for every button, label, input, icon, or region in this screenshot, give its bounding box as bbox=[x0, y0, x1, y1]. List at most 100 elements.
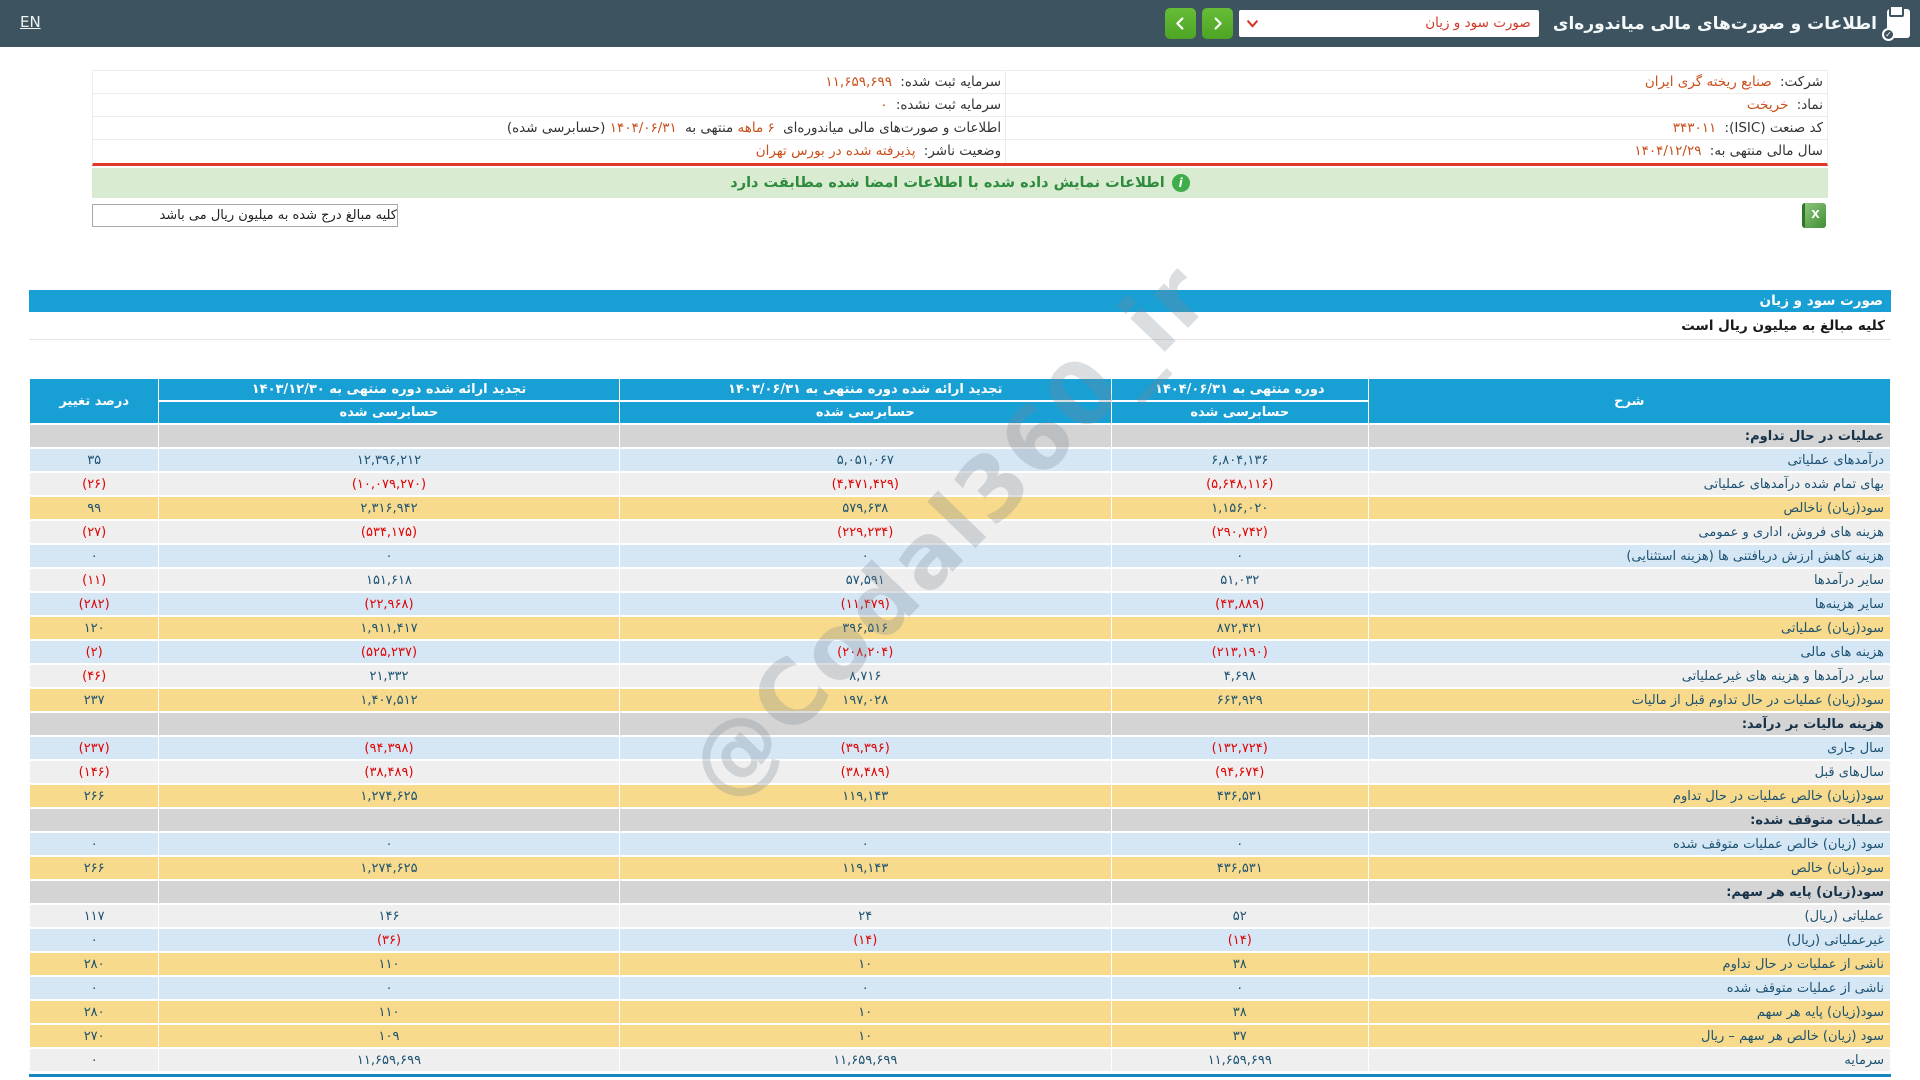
section-row: سود(زیان) پایه هر سهم: bbox=[30, 881, 1890, 903]
table-row: ناشی از عملیات متوقف شده ۰ ۰ ۰ ۰ bbox=[30, 977, 1890, 999]
header-restated-year: تجدید ارائه شده دوره منتهی به ۱۴۰۳/۱۲/۳۰ bbox=[159, 379, 619, 400]
percent-change-cell: ۰ bbox=[30, 929, 159, 951]
symbol-label: نماد: bbox=[1796, 97, 1823, 113]
value-cell: ۱۵۱,۶۱۸ bbox=[159, 569, 619, 591]
page-title: اطلاعات و صورت‌های مالی میاندوره‌ای bbox=[1552, 13, 1877, 34]
row-label: ناشی از عملیات در حال تداوم bbox=[1368, 953, 1890, 975]
isic-label: کد صنعت (ISIC): bbox=[1724, 120, 1823, 136]
top-bar: ✓ اطلاعات و صورت‌های مالی میاندوره‌ای صو… bbox=[0, 0, 1920, 47]
row-label: هزینه کاهش ارزش دریافتنی ها (هزینه استثن… bbox=[1368, 545, 1890, 567]
section-label: هزینه مالیات بر درآمد: bbox=[1368, 713, 1890, 735]
table-row: سود (زیان) خالص عملیات متوقف شده ۰ ۰ ۰ ۰ bbox=[30, 833, 1890, 855]
issuer-status-value: پذیرفته شده در بورس تهران bbox=[755, 143, 916, 159]
value-cell: (۴,۴۷۱,۴۲۹) bbox=[619, 473, 1111, 495]
percent-change-cell: ۲۷۰ bbox=[30, 1025, 159, 1047]
value-cell: (۱۴) bbox=[1111, 929, 1368, 951]
header-audited: حسابرسی شده bbox=[619, 402, 1111, 423]
value-cell: ۱۰ bbox=[619, 1025, 1111, 1047]
value-cell: ۰ bbox=[159, 545, 619, 567]
header-audited: حسابرسی شده bbox=[1111, 402, 1368, 423]
table-row: هزینه های فروش، اداری و عمومی (۲۹۰,۷۴۲) (۲… bbox=[30, 521, 1890, 543]
section-row: هزینه مالیات بر درآمد: bbox=[30, 713, 1890, 735]
percent-change-cell: (۲۶) bbox=[30, 473, 159, 495]
statement-type-select[interactable]: صورت سود و زیان bbox=[1238, 10, 1539, 37]
statement-units-note: کلیه مبالغ به میلیون ریال است bbox=[29, 312, 1891, 340]
symbol-field: نماد: خریخت bbox=[1005, 94, 1827, 116]
value-cell: ۱,۲۷۴,۶۲۵ bbox=[159, 857, 619, 879]
value-cell: ۱۱۰ bbox=[159, 953, 619, 975]
previous-period-button[interactable] bbox=[1164, 8, 1196, 39]
value-cell: ۱,۱۵۶,۰۲۰ bbox=[1111, 497, 1368, 519]
statement-select-value: صورت سود و زیان bbox=[1425, 15, 1531, 31]
value-cell: ۳۸ bbox=[1111, 1001, 1368, 1023]
table-row: غیرعملیاتی (ریال) (۱۴) (۱۴) (۳۶) ۰ bbox=[30, 929, 1890, 951]
row-label: هزینه های فروش، اداری و عمومی bbox=[1368, 521, 1890, 543]
percent-change-cell: ۰ bbox=[30, 833, 159, 855]
empty-cell bbox=[1111, 713, 1368, 735]
table-row: سال جاری (۱۳۲,۷۲۴) (۳۹,۳۹۶) (۹۴,۳۹۸) (۲۳۷) bbox=[30, 737, 1890, 759]
percent-change-cell: ۱۲۰ bbox=[30, 617, 159, 639]
value-cell: (۳۶) bbox=[159, 929, 619, 951]
row-label: سود(زیان) عملیاتی bbox=[1368, 617, 1890, 639]
unregistered-capital-value: ۰ bbox=[880, 97, 888, 113]
percent-change-cell: ۲۸۰ bbox=[30, 953, 159, 975]
header-audited: حسابرسی شده bbox=[159, 402, 619, 423]
table-row: درآمدهای عملیاتی ۶,۸۰۴,۱۳۶ ۵,۰۵۱,۰۶۷ ۱۲,۳۹۶… bbox=[30, 449, 1890, 471]
language-switch-en[interactable]: EN bbox=[20, 13, 41, 31]
row-label: سال‌های قبل bbox=[1368, 761, 1890, 783]
value-cell: ۰ bbox=[159, 977, 619, 999]
value-cell: ۲۴ bbox=[619, 905, 1111, 927]
value-cell: (۲۹۰,۷۴۲) bbox=[1111, 521, 1368, 543]
excel-export-button[interactable]: X bbox=[1802, 203, 1826, 228]
period-text-1: اطلاعات و صورت‌های مالی میاندوره‌ای bbox=[783, 120, 1002, 136]
fiscal-year-field: سال مالی منتهی به: ۱۴۰۴/۱۲/۲۹ bbox=[1005, 140, 1827, 163]
value-cell: ۱۱,۶۵۹,۶۹۹ bbox=[1111, 1049, 1368, 1071]
percent-change-cell: (۱۴۶) bbox=[30, 761, 159, 783]
table-row: سرمایه ۱۱,۶۵۹,۶۹۹ ۱۱,۶۵۹,۶۹۹ ۱۱,۶۵۹,۶۹۹ ۰ bbox=[30, 1049, 1890, 1071]
table-row: سایر درآمدها ۵۱,۰۳۲ ۵۷,۵۹۱ ۱۵۱,۶۱۸ (۱۱) bbox=[30, 569, 1890, 591]
value-cell: ۵۲ bbox=[1111, 905, 1368, 927]
next-period-button[interactable] bbox=[1201, 8, 1233, 39]
row-label: سایر هزینه‌ها bbox=[1368, 593, 1890, 615]
value-cell: ۰ bbox=[619, 545, 1111, 567]
empty-cell bbox=[30, 425, 159, 447]
issuer-status-field: وضعیت ناشر: پذیرفته شده در بورس تهران bbox=[93, 140, 1005, 163]
value-cell: ۴۳۶,۵۳۱ bbox=[1111, 785, 1368, 807]
table-bottom-border bbox=[29, 1074, 1891, 1077]
value-cell: (۵۲۵,۲۳۷) bbox=[159, 641, 619, 663]
header-desc: شرح bbox=[1368, 379, 1890, 423]
value-cell: (۱۰,۰۷۹,۲۷۰) bbox=[159, 473, 619, 495]
empty-cell bbox=[159, 713, 619, 735]
value-cell: (۹۴,۳۹۸) bbox=[159, 737, 619, 759]
value-cell: ۴,۶۹۸ bbox=[1111, 665, 1368, 687]
row-label: سایر درآمدها bbox=[1368, 569, 1890, 591]
value-cell: ۸۷۲,۴۲۱ bbox=[1111, 617, 1368, 639]
value-cell: ۱۱۰ bbox=[159, 1001, 619, 1023]
table-row: سود(زیان) عملیاتی ۸۷۲,۴۲۱ ۳۹۶,۵۱۶ ۱,۹۱۱,۴۱۷… bbox=[30, 617, 1890, 639]
empty-cell bbox=[1111, 425, 1368, 447]
value-cell: ۵,۰۵۱,۰۶۷ bbox=[619, 449, 1111, 471]
table-row: ناشی از عملیات در حال تداوم ۳۸ ۱۰ ۱۱۰ ۲۸۰ bbox=[30, 953, 1890, 975]
percent-change-cell: ۲۳۷ bbox=[30, 689, 159, 711]
row-label: ناشی از عملیات متوقف شده bbox=[1368, 977, 1890, 999]
value-cell: ۵۱,۰۳۲ bbox=[1111, 569, 1368, 591]
registered-capital-label: سرمایه ثبت شده: bbox=[900, 74, 1002, 90]
value-cell: ۶۶۳,۹۲۹ bbox=[1111, 689, 1368, 711]
value-cell: (۹۴,۶۷۴) bbox=[1111, 761, 1368, 783]
value-cell: (۲۲۹,۲۳۴) bbox=[619, 521, 1111, 543]
header-percent-change: درصد تغییر bbox=[30, 379, 159, 423]
table-row: سود(زیان) خالص ۴۳۶,۵۳۱ ۱۱۹,۱۴۳ ۱,۲۷۴,۶۲۵ ۲۶۶ bbox=[30, 857, 1890, 879]
info-circle-icon: i bbox=[1171, 174, 1190, 192]
value-cell: ۶,۸۰۴,۱۳۶ bbox=[1111, 449, 1368, 471]
table-row: سود(زیان) ناخالص ۱,۱۵۶,۰۲۰ ۵۷۹,۶۳۸ ۲,۳۱۶,۹۴… bbox=[30, 497, 1890, 519]
value-cell: ۱۱۹,۱۴۳ bbox=[619, 857, 1111, 879]
period-months: ۶ ماهه bbox=[737, 120, 775, 136]
row-label: سود(زیان) خالص عملیات در حال تداوم bbox=[1368, 785, 1890, 807]
table-row: عملیاتی (ریال) ۵۲ ۲۴ ۱۴۶ ۱۱۷ bbox=[30, 905, 1890, 927]
empty-cell bbox=[30, 713, 159, 735]
percent-change-cell: ۲۸۰ bbox=[30, 1001, 159, 1023]
percent-change-cell: ۹۹ bbox=[30, 497, 159, 519]
row-label: درآمدهای عملیاتی bbox=[1368, 449, 1890, 471]
percent-change-cell: (۲۳۷) bbox=[30, 737, 159, 759]
percent-change-cell: ۰ bbox=[30, 977, 159, 999]
